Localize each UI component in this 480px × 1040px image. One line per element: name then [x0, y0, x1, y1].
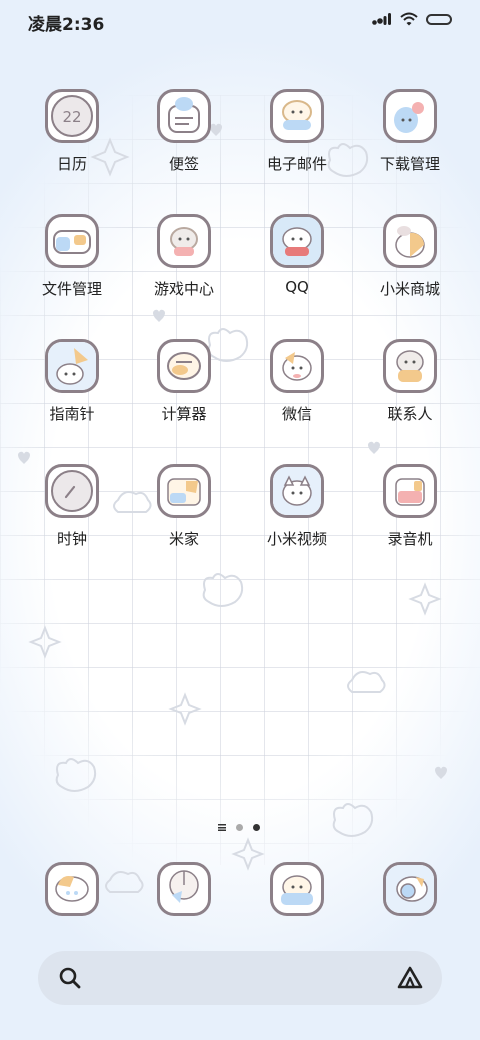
app-clock[interactable]: 时钟 — [22, 464, 122, 549]
search-icon[interactable] — [58, 966, 82, 990]
app-file-manager[interactable]: 文件管理 — [22, 214, 122, 299]
dock-app[interactable] — [360, 862, 460, 916]
app-label: QQ — [285, 278, 309, 296]
dock-app[interactable] — [22, 862, 122, 916]
app-calculator[interactable]: 计算器 — [134, 339, 234, 424]
messages-icon[interactable] — [157, 862, 211, 916]
app-label: 便签 — [168, 155, 199, 173]
status-time: 凌晨2:36 — [28, 15, 105, 35]
status-bar: 凌晨2:36 — [0, 0, 480, 42]
page-list-icon — [218, 824, 226, 831]
mi-video-icon[interactable] — [270, 464, 324, 518]
app-label: 时钟 — [56, 530, 87, 548]
clock-icon[interactable] — [45, 464, 99, 518]
dock-app[interactable] — [247, 862, 347, 916]
app-label: 小米视频 — [266, 530, 327, 548]
mijia-icon[interactable] — [157, 464, 211, 518]
app-mijia[interactable]: 米家 — [134, 464, 234, 549]
battery-icon — [426, 13, 452, 25]
wifi-icon — [400, 12, 418, 26]
calendar-icon[interactable]: 22 — [45, 89, 99, 143]
app-label: 小米商城 — [379, 280, 440, 298]
app-label: 录音机 — [387, 530, 433, 548]
notes-icon[interactable] — [157, 89, 211, 143]
app-recorder[interactable]: 录音机 — [360, 464, 460, 549]
app-contacts[interactable]: 联系人 — [360, 339, 460, 424]
page-dot-active — [253, 824, 260, 831]
assistant-icon[interactable] — [396, 965, 424, 991]
app-label: 微信 — [281, 405, 312, 423]
app-mi-video[interactable]: 小米视频 — [247, 464, 347, 549]
app-notes[interactable]: 便签 — [134, 89, 234, 174]
game-center-icon[interactable] — [157, 214, 211, 268]
app-label: 电子邮件 — [266, 155, 327, 173]
file-manager-icon[interactable] — [45, 214, 99, 268]
download-icon[interactable] — [383, 89, 437, 143]
app-label: 文件管理 — [41, 280, 102, 298]
page-indicator[interactable] — [218, 824, 260, 831]
page-dot — [236, 824, 243, 831]
wechat-icon[interactable] — [270, 339, 324, 393]
app-game-center[interactable]: 游戏中心 — [134, 214, 234, 299]
contacts-icon[interactable] — [383, 339, 437, 393]
app-mi-store[interactable]: 小米商城 — [360, 214, 460, 299]
app-wechat[interactable]: 微信 — [247, 339, 347, 424]
email-icon[interactable] — [270, 89, 324, 143]
dock-app[interactable] — [134, 862, 234, 916]
app-download[interactable]: 下载管理 — [360, 89, 460, 174]
app-label: 日历 — [56, 155, 87, 173]
app-label: 下载管理 — [379, 155, 440, 173]
app-label: 指南针 — [49, 405, 95, 423]
app-label: 米家 — [168, 530, 199, 548]
compass-icon[interactable] — [45, 339, 99, 393]
svg-text:22: 22 — [62, 108, 81, 126]
phone-icon[interactable] — [45, 862, 99, 916]
app-calendar[interactable]: 22 日历 — [22, 89, 122, 174]
calculator-icon[interactable] — [157, 339, 211, 393]
app-label: 游戏中心 — [153, 280, 214, 298]
app-label: 联系人 — [387, 405, 433, 423]
browser-icon[interactable] — [270, 862, 324, 916]
recorder-icon[interactable] — [383, 464, 437, 518]
app-compass[interactable]: 指南针 — [22, 339, 122, 424]
app-label: 计算器 — [161, 405, 207, 423]
search-bar[interactable] — [38, 951, 442, 1005]
app-qq[interactable]: QQ — [247, 214, 347, 296]
signal-icon — [372, 13, 391, 25]
camera-icon[interactable] — [383, 862, 437, 916]
mi-store-icon[interactable] — [383, 214, 437, 268]
app-email[interactable]: 电子邮件 — [247, 89, 347, 174]
qq-icon[interactable] — [270, 214, 324, 268]
